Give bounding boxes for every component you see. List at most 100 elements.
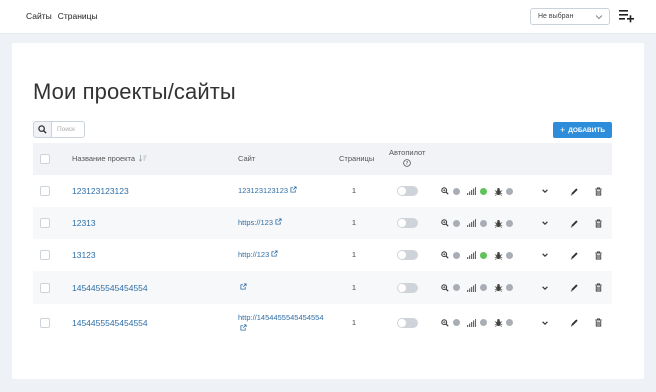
status-dot <box>506 187 513 195</box>
site-url: 123123123123 <box>238 186 289 195</box>
row-checkbox[interactable] <box>40 250 50 260</box>
table-row[interactable]: 13123 http://123 1 <box>33 239 612 271</box>
site-link[interactable]: https://123 <box>238 217 282 228</box>
status-dot <box>453 284 460 291</box>
pages-count: 1 <box>351 282 357 292</box>
signal-bars-icon[interactable] <box>467 318 476 327</box>
autopilot-toggle[interactable] <box>397 282 418 293</box>
edit-pencil-icon[interactable] <box>570 187 579 196</box>
project-name-link[interactable]: 12313 <box>72 218 96 228</box>
column-autopilot-label: Автопилот <box>389 148 426 157</box>
site-link[interactable] <box>238 282 247 293</box>
status-dot <box>480 219 487 227</box>
zoom-icon[interactable] <box>441 318 449 327</box>
project-name-link[interactable]: 1454455545454554 <box>72 318 148 328</box>
add-project-button[interactable]: + ДОБАВИТЬ <box>553 122 612 138</box>
bug-icon[interactable] <box>494 283 503 292</box>
autopilot-toggle[interactable] <box>397 250 418 260</box>
bug-icon[interactable] <box>494 251 503 260</box>
bug-icon[interactable] <box>494 219 503 228</box>
svg-text:?: ? <box>406 161 409 167</box>
trash-icon[interactable] <box>594 250 603 260</box>
signal-bars-icon[interactable] <box>467 283 476 292</box>
signal-bars-icon[interactable] <box>467 251 476 259</box>
external-link-icon[interactable] <box>271 250 278 257</box>
autopilot-toggle[interactable] <box>397 317 418 328</box>
site-link[interactable]: http://1454455545454554 <box>238 312 324 334</box>
chevron-down-icon[interactable] <box>541 319 549 327</box>
nav-pages[interactable]: Страницы <box>58 11 98 21</box>
edit-pencil-icon[interactable] <box>570 318 579 327</box>
site-url: http://123 <box>238 250 270 259</box>
chevron-down-icon <box>595 15 603 20</box>
edit-pencil-icon[interactable] <box>570 283 579 292</box>
column-name-label: Название проекта <box>72 154 136 163</box>
status-dot <box>506 319 513 326</box>
chevron-down-icon[interactable] <box>541 284 549 292</box>
status-dot <box>453 187 460 195</box>
table-header: Название проекта Сайт Страницы Автопилот… <box>33 143 612 175</box>
site-link[interactable]: http://123 <box>238 249 278 260</box>
row-checkbox[interactable] <box>40 218 50 228</box>
site-link[interactable]: 123123123123 <box>238 185 297 196</box>
table-row[interactable]: 1454455545454554 http://1454455545454554… <box>33 304 612 341</box>
add-button-label: ДОБАВИТЬ <box>568 126 606 134</box>
table-row[interactable]: 123123123123 123123123123 1 <box>33 175 612 207</box>
status-dot <box>480 319 487 326</box>
trash-icon[interactable] <box>594 283 603 292</box>
bug-icon[interactable] <box>494 187 503 196</box>
edit-pencil-icon[interactable] <box>570 251 579 260</box>
column-autopilot: Автопилот ? <box>389 148 426 169</box>
external-link-icon[interactable] <box>290 186 297 193</box>
page-title: Мои проекты/сайты <box>33 79 236 104</box>
chevron-down-icon[interactable] <box>541 251 549 259</box>
pages-count: 1 <box>351 317 357 327</box>
add-list-icon[interactable] <box>619 9 635 23</box>
row-checkbox[interactable] <box>40 282 50 293</box>
zoom-icon[interactable] <box>441 187 449 195</box>
zoom-icon[interactable] <box>441 251 449 259</box>
column-name[interactable]: Название проекта <box>72 154 147 163</box>
row-checkbox[interactable] <box>40 317 50 328</box>
project-name-link[interactable]: 13123 <box>72 250 96 260</box>
zoom-icon[interactable] <box>441 283 449 292</box>
external-link-icon[interactable] <box>275 218 282 225</box>
zoom-icon[interactable] <box>441 219 449 227</box>
status-dot <box>506 219 513 227</box>
column-pages: Страницы <box>339 154 375 163</box>
pages-count: 1 <box>351 218 357 227</box>
site-url: http://1454455545454554 <box>238 312 324 322</box>
project-select[interactable]: Не выбран <box>530 8 610 25</box>
projects-card: Мои проекты/сайты Поиск + ДОБАВИТЬ Назва… <box>12 43 644 379</box>
chevron-down-icon[interactable] <box>541 219 549 227</box>
project-name-link[interactable]: 1454455545454554 <box>72 283 148 293</box>
trash-icon[interactable] <box>594 318 603 327</box>
select-all-checkbox[interactable] <box>40 154 50 164</box>
signal-bars-icon[interactable] <box>467 219 476 227</box>
external-link-icon[interactable] <box>240 282 247 290</box>
help-icon[interactable]: ? <box>403 159 411 167</box>
bug-icon[interactable] <box>494 318 503 327</box>
trash-icon[interactable] <box>594 186 603 196</box>
top-bar: Сайты Страницы Не выбран <box>0 0 656 34</box>
trash-icon[interactable] <box>594 218 603 228</box>
search-button[interactable] <box>33 121 52 138</box>
external-link-icon[interactable] <box>240 323 247 331</box>
nav-sites[interactable]: Сайты <box>26 11 52 21</box>
search-input[interactable]: Поиск <box>52 121 85 138</box>
status-dot <box>480 187 487 195</box>
table-row[interactable]: 12313 https://123 1 <box>33 207 612 239</box>
autopilot-toggle[interactable] <box>397 218 418 228</box>
table-row[interactable]: 1454455545454554 1 <box>33 271 612 304</box>
signal-bars-icon[interactable] <box>467 187 476 195</box>
top-nav: Сайты Страницы <box>26 11 98 21</box>
sort-icon[interactable] <box>138 154 147 162</box>
plus-icon: + <box>559 125 566 135</box>
autopilot-toggle[interactable] <box>397 186 418 196</box>
row-checkbox[interactable] <box>40 186 50 196</box>
project-name-link[interactable]: 123123123123 <box>72 186 129 196</box>
edit-pencil-icon[interactable] <box>570 219 579 228</box>
chevron-down-icon[interactable] <box>541 187 549 195</box>
pages-count: 1 <box>351 186 357 195</box>
site-url: https://123 <box>238 218 274 227</box>
